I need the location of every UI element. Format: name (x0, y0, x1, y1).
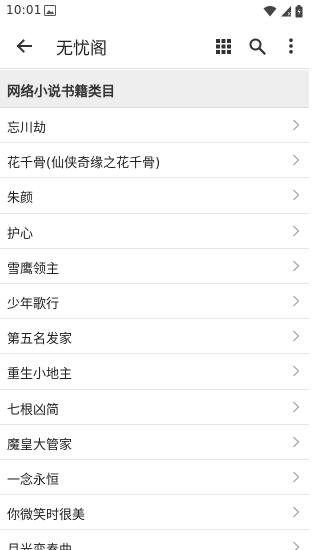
book-list: 忘川劫 花千骨(仙侠奇缘之花千骨) 朱颜 护心 雪鹰领主 少年歌行 第五名发家 (0, 108, 309, 550)
list-item-label: 一念永恒 (7, 472, 60, 488)
chevron-right-icon (293, 154, 300, 166)
chevron-right-icon (293, 506, 300, 518)
chevron-right-icon (293, 189, 300, 201)
list-item[interactable]: 少年歌行 (0, 283, 309, 320)
back-arrow-icon (16, 39, 32, 53)
chevron-right-icon (293, 541, 300, 550)
list-item[interactable]: 魔皇大管家 (0, 424, 309, 460)
list-item[interactable]: 七根凶简 (0, 389, 309, 425)
list-item-label: 护心 (7, 226, 34, 242)
signal-icon: x (281, 6, 292, 18)
list-item-label: 花千骨(仙侠奇缘之花千骨) (7, 156, 161, 172)
search-icon (249, 38, 266, 55)
app-bar: 无忧阁 (0, 24, 309, 69)
list-item[interactable]: 重生小地主 (0, 354, 309, 390)
list-item[interactable]: 朱颜 (0, 178, 309, 214)
section-title: 网络小说书籍类目 (7, 84, 115, 100)
more-options-button[interactable] (277, 32, 305, 60)
wifi-icon (263, 6, 277, 17)
chevron-right-icon (293, 471, 300, 483)
list-item-label: 魔皇大管家 (7, 437, 73, 453)
back-button[interactable] (10, 32, 38, 60)
list-item-label: 忘川劫 (7, 121, 47, 136)
list-item[interactable]: 你微笑时很美 (0, 495, 309, 531)
chevron-right-icon (293, 260, 300, 272)
list-item-label: 你微笑时很美 (7, 508, 86, 524)
status-icons: x (263, 3, 303, 19)
status-bar: 10:01 x (0, 0, 309, 24)
chevron-right-icon (293, 295, 300, 307)
svg-text:x: x (288, 11, 292, 18)
list-item-label: 少年歌行 (7, 296, 60, 312)
list-item[interactable]: 忘川劫 (0, 108, 309, 144)
list-item[interactable]: 花千骨(仙侠奇缘之花千骨) (0, 143, 309, 179)
list-item-label: 七根凶简 (7, 402, 60, 418)
image-notification-icon (44, 5, 56, 16)
list-item-label: 朱颜 (7, 191, 34, 207)
chevron-right-icon (293, 436, 300, 448)
battery-icon (295, 4, 303, 17)
status-time: 10:01 (6, 3, 42, 17)
more-vert-icon (289, 38, 293, 54)
chevron-right-icon (293, 401, 300, 412)
chevron-right-icon (293, 365, 300, 377)
list-item[interactable]: 月光变奏曲 (0, 530, 309, 550)
chevron-right-icon (293, 119, 300, 131)
screen: 10:01 x 无忧阁 网络小说书籍类目 忘川劫 花千骨(仙侠奇缘之花千骨) 朱… (0, 0, 309, 550)
chevron-right-icon (293, 225, 300, 236)
list-item[interactable]: 雪鹰领主 (0, 248, 309, 284)
list-item-label: 第五名发家 (7, 332, 73, 348)
list-item[interactable]: 一念永恒 (0, 459, 309, 496)
chevron-right-icon (293, 330, 300, 342)
section-header: 网络小说书籍类目 (0, 70, 309, 108)
list-item[interactable]: 第五名发家 (0, 319, 309, 355)
page-title: 无忧阁 (56, 39, 107, 59)
grid-view-button[interactable] (209, 32, 237, 60)
list-item[interactable]: 护心 (0, 213, 309, 249)
list-item-label: 雪鹰领主 (7, 261, 60, 277)
grid-icon (215, 38, 231, 54)
list-item-label: 月光变奏曲 (7, 539, 72, 550)
list-item-label: 重生小地主 (7, 367, 73, 383)
search-button[interactable] (243, 32, 271, 60)
